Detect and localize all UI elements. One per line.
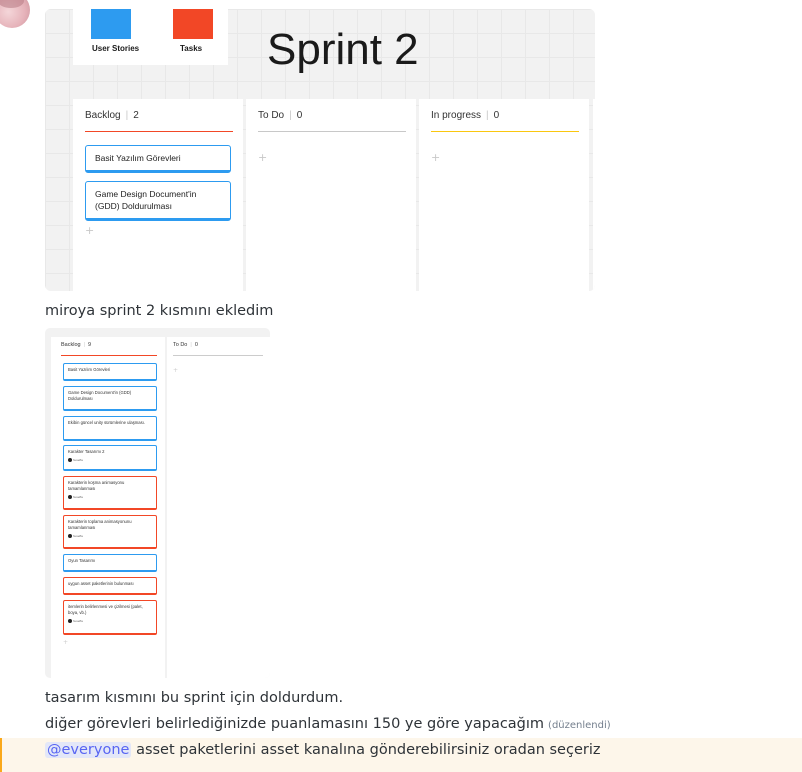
column-separator: |	[83, 342, 86, 348]
legend-blue-swatch	[91, 9, 131, 39]
message-text-mention: @everyone asset paketlerini asset kanalı…	[45, 742, 600, 758]
edited-indicator: (düzenlendi)	[548, 720, 611, 731]
legend-tasks-label: Tasks	[180, 44, 203, 53]
column-count: 2	[133, 110, 139, 121]
card-text: Karakter Tasarımı 2	[68, 449, 105, 454]
kanban-card: Oyun Tasarımı	[63, 554, 157, 572]
card-text: Basit Yazılım Görevleri	[68, 367, 111, 372]
add-card-icon: +	[173, 367, 179, 374]
card-text: itemlerin belirlenmesi ve çizilmesi (pal…	[68, 604, 143, 615]
card-text: uygun asset paketlerinin bulunması	[68, 581, 134, 586]
miro-board-image-sprint2[interactable]: User Stories Tasks Sprint 2 Backlog | 2 Ba…	[45, 9, 595, 291]
everyone-mention[interactable]: @everyone	[45, 742, 132, 758]
message-body: diğer görevleri belirlediğinizde puanlam…	[45, 716, 545, 732]
kanban-card: uygun asset paketlerinin bulunması	[63, 577, 157, 595]
column-header: To Do | 0	[258, 110, 302, 121]
column-divider	[61, 355, 157, 356]
column-in-progress: In progress | 0 +	[419, 99, 589, 291]
mention-highlight-bar	[0, 738, 2, 772]
column-divider	[258, 131, 406, 132]
card-text: Game Design Document'in (GDD) Doldurulma…	[68, 390, 132, 401]
card-assignee-tag: huseffa	[68, 618, 152, 624]
add-card-icon: +	[431, 151, 441, 164]
user-avatar[interactable]	[0, 0, 30, 28]
card-assignee-tag: huseffa	[68, 457, 152, 463]
kanban-card: Karakterin koşma animasyonu tamamlanması…	[63, 476, 157, 510]
column-divider	[173, 355, 263, 356]
message-text: tasarım kısmını bu sprint için doldurdum…	[45, 690, 344, 706]
column-backlog: Backlog | 2 Basit Yazılım Görevleri Game D…	[73, 99, 243, 291]
message-body: asset paketlerini asset kanalına göndere…	[136, 742, 601, 758]
card-assignee-tag: huseffa	[68, 494, 152, 500]
card-text: Karakterin toplama animasyonunu tamamlan…	[68, 519, 132, 530]
column-separator: |	[486, 110, 489, 121]
column-header: To Do | 0	[173, 342, 198, 348]
column-count: 0	[194, 342, 198, 348]
column-header: Backlog | 9	[61, 342, 91, 348]
column-name: To Do	[173, 342, 188, 348]
column-separator: |	[289, 110, 292, 121]
kanban-card: Karakterin toplama animasyonunu tamamlan…	[63, 515, 157, 549]
board-title: Sprint 2	[267, 25, 419, 74]
add-card-icon: +	[63, 639, 69, 646]
card-assignee-tag: huseffa	[68, 533, 152, 539]
column-name: To Do	[258, 110, 285, 121]
miro-board-image-backlog[interactable]: Backlog | 9 Basit Yazılım Görevleri Game D…	[45, 328, 270, 678]
column-count: 0	[493, 110, 500, 121]
kanban-card: Ekibin güncel unity sürümlerine ulaşması…	[63, 416, 157, 441]
kanban-card: Game Design Document'in (GDD) Doldurulma…	[85, 181, 231, 221]
column-name: Backlog	[85, 110, 121, 121]
kanban-card: Basit Yazılım Görevleri	[63, 363, 157, 381]
card-text: Oyun Tasarımı	[68, 558, 96, 563]
column-count: 0	[296, 110, 303, 121]
column-partial	[593, 99, 595, 291]
column-header: Backlog | 2	[85, 110, 139, 121]
column-todo: To Do | 0 +	[246, 99, 416, 291]
column-divider	[85, 131, 233, 132]
column-todo: To Do | 0 +	[167, 337, 270, 678]
kanban-card: Basit Yazılım Görevleri	[85, 145, 231, 173]
kanban-card: Game Design Document'in (GDD) Doldurulma…	[63, 386, 157, 411]
column-backlog: Backlog | 9 Basit Yazılım Görevleri Game D…	[51, 337, 165, 678]
add-card-icon: +	[258, 151, 268, 164]
legend: User Stories Tasks	[73, 9, 228, 65]
column-count: 9	[88, 342, 92, 348]
column-separator: |	[190, 342, 192, 348]
message-text: miroya sprint 2 kısmını ekledim	[45, 303, 274, 319]
kanban-card: Karakter Tasarımı 2 huseffa	[63, 445, 157, 471]
card-text: Ekibin güncel unity sürümlerine ulaşması…	[68, 420, 146, 425]
column-name: In progress	[431, 110, 482, 121]
column-separator: |	[125, 110, 129, 121]
legend-red-swatch	[173, 9, 213, 39]
column-divider	[431, 131, 579, 132]
column-name: Backlog	[61, 342, 81, 348]
legend-user-stories-label: User Stories	[92, 44, 140, 53]
column-header: In progress | 0	[431, 110, 499, 121]
avatar-hair	[0, 0, 24, 8]
message-text: diğer görevleri belirlediğinizde puanlam…	[45, 716, 611, 732]
kanban-card: itemlerin belirlenmesi ve çizilmesi (pal…	[63, 600, 157, 635]
card-text: Karakterin koşma animasyonu tamamlanması	[68, 480, 125, 491]
add-card-icon: +	[85, 224, 95, 237]
